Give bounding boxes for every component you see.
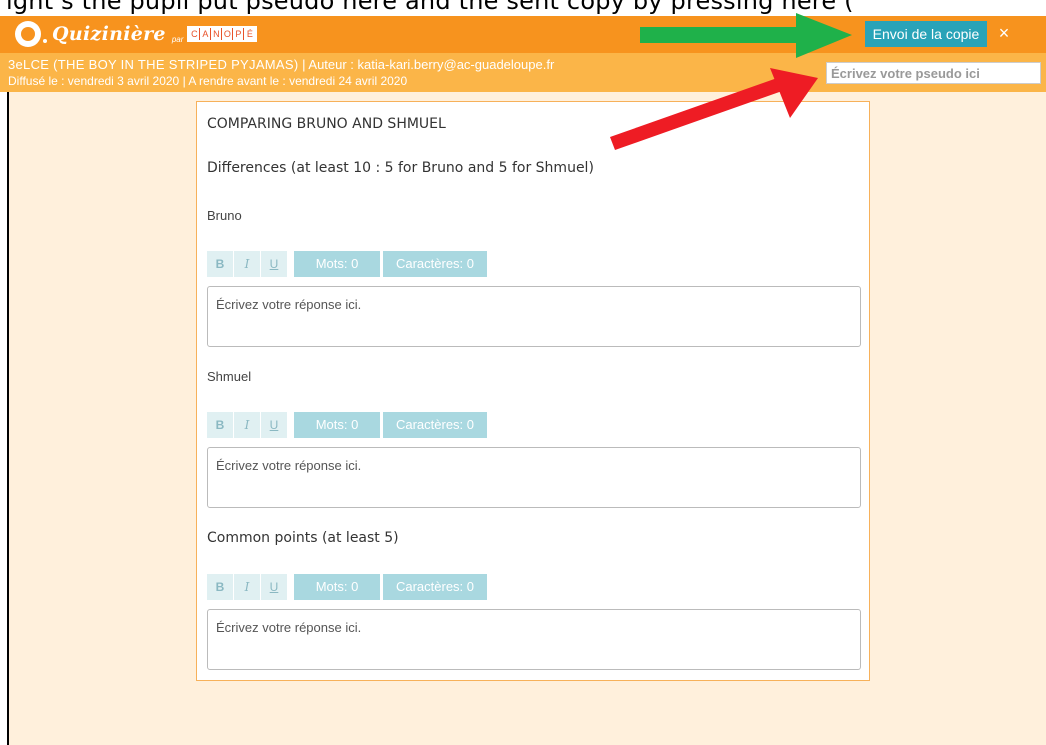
red-arrow-icon [610, 68, 818, 150]
green-arrow-icon [640, 13, 852, 58]
annotation-arrows [610, 13, 852, 150]
